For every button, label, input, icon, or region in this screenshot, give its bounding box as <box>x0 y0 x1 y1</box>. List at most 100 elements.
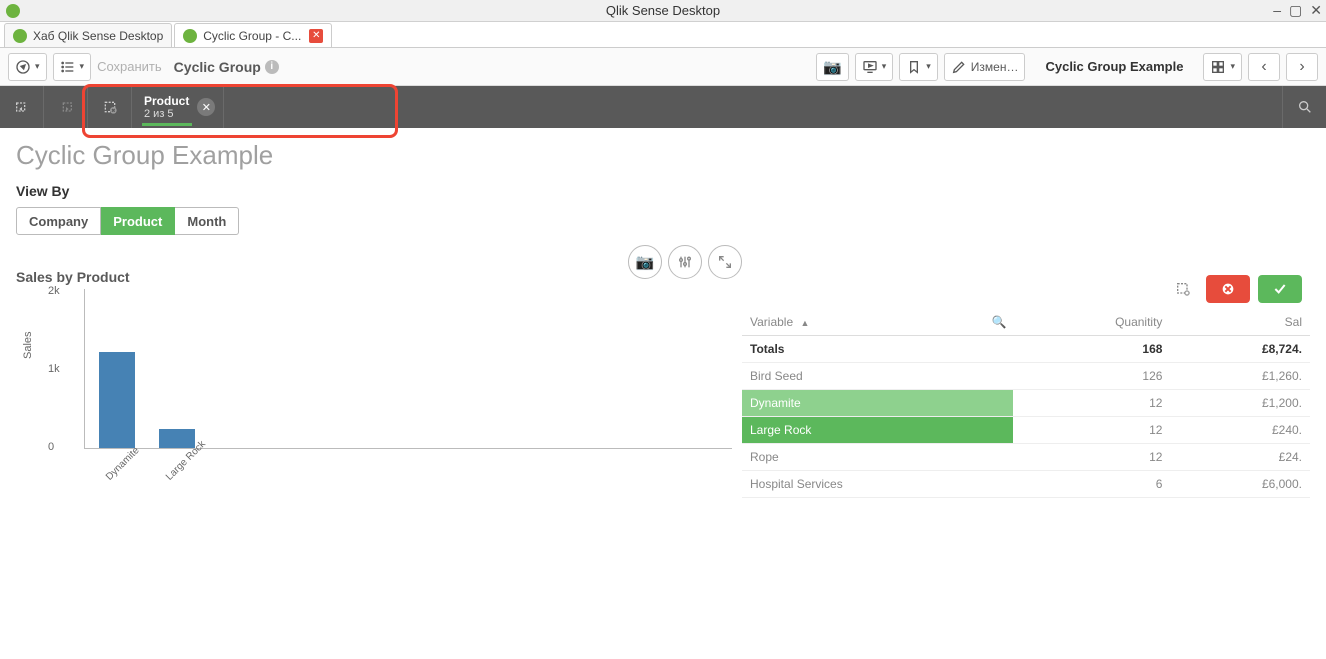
cell-name: Large Rock <box>742 417 1013 444</box>
table-row[interactable]: Hospital Services6£6,000. <box>742 471 1310 498</box>
cell-qty: 12 <box>1013 417 1171 444</box>
cancel-selection-button[interactable] <box>1206 275 1250 303</box>
lasso-select-button[interactable] <box>1168 275 1198 303</box>
selection-forward-button[interactable] <box>44 86 88 128</box>
check-icon <box>1272 281 1288 297</box>
chart-area: Sales 2k 1k 0 Dynamite Large Rock <box>40 289 742 509</box>
next-sheet-button[interactable]: › <box>1286 53 1318 81</box>
sheet-canvas: Cyclic Group Example View By Company Pro… <box>0 128 1326 509</box>
bookmark-icon <box>906 59 922 75</box>
chevron-down-icon: ▾ <box>926 61 931 72</box>
chart-explore-button[interactable] <box>668 245 702 279</box>
chevron-down-icon: ▾ <box>35 61 40 72</box>
confirm-selection-button[interactable] <box>1258 275 1302 303</box>
col-label: Sal <box>1285 315 1302 329</box>
save-button[interactable]: Сохранить <box>97 59 162 74</box>
table-selection-toolbar <box>742 269 1310 309</box>
sheet-title: Cyclic Group Example <box>1031 59 1197 74</box>
nav-menu-button[interactable]: ▾ <box>8 53 47 81</box>
info-icon[interactable]: i <box>265 60 279 74</box>
table-row[interactable]: Large Rock12£240. <box>742 417 1310 444</box>
table-row[interactable]: Dynamite12£1,200. <box>742 390 1310 417</box>
qlik-logo-icon <box>6 4 20 18</box>
chart-plot <box>84 289 732 449</box>
cell-qty: 126 <box>1013 363 1171 390</box>
main-toolbar: ▾ ▾ Сохранить Cyclic Group i 📷 ▾ ▾ Измен… <box>0 48 1326 86</box>
table-totals-row: Totals 168 £8,724. <box>742 336 1310 363</box>
bar-dynamite[interactable] <box>99 352 135 448</box>
viewby-month-button[interactable]: Month <box>175 207 239 235</box>
table-panel[interactable]: Variable ▲ 🔍 Quanitity Sal Totals 168 £8… <box>742 269 1310 509</box>
tab-close-icon[interactable]: ✕ <box>309 29 323 43</box>
cell-sal: £1,260. <box>1170 363 1310 390</box>
list-menu-button[interactable]: ▾ <box>53 53 92 81</box>
tab-label: Хаб Qlik Sense Desktop <box>33 29 163 43</box>
cell-sal: £1,200. <box>1170 390 1310 417</box>
chevron-down-icon: ▾ <box>882 61 887 72</box>
viewby-product-button[interactable]: Product <box>101 207 175 235</box>
sheets-button[interactable]: ▾ <box>1203 53 1242 81</box>
cell-sal: £6,000. <box>1170 471 1310 498</box>
selection-search-button[interactable] <box>1282 86 1326 128</box>
tab-hub[interactable]: Хаб Qlik Sense Desktop <box>4 23 172 47</box>
selection-back-button[interactable] <box>0 86 44 128</box>
breadcrumb-label: Cyclic Group <box>174 59 261 75</box>
chevron-down-icon: ▾ <box>80 61 85 72</box>
edit-label: Измен… <box>971 60 1019 74</box>
table-row[interactable]: Bird Seed126£1,260. <box>742 363 1310 390</box>
maximize-button[interactable]: ▢ <box>1289 2 1302 19</box>
selection-indicator <box>142 123 192 126</box>
viewby-label: View By <box>16 183 1310 199</box>
chart-snapshot-button[interactable]: 📷 <box>628 245 662 279</box>
minimize-button[interactable]: – <box>1273 2 1281 19</box>
window-title: Qlik Sense Desktop <box>0 3 1326 18</box>
bookmarks-button[interactable]: ▾ <box>899 53 938 81</box>
cell-sal: £240. <box>1170 417 1310 444</box>
viewby-segmented: Company Product Month <box>16 207 1310 235</box>
selection-back-icon <box>14 99 30 115</box>
cell-qty: 12 <box>1013 390 1171 417</box>
cell-name: Dynamite <box>742 390 1013 417</box>
col-quantity[interactable]: Quanitity <box>1013 309 1171 336</box>
table-row[interactable]: Rope12£24. <box>742 444 1310 471</box>
cell-name: Rope <box>742 444 1013 471</box>
camera-icon: 📷 <box>823 58 842 76</box>
ytick: 2k <box>48 285 60 297</box>
sort-asc-icon: ▲ <box>800 318 809 328</box>
monitor-play-icon <box>862 59 878 75</box>
close-button[interactable]: ✕ <box>1310 2 1322 19</box>
clear-selections-button[interactable] <box>88 86 132 128</box>
table-header-row: Variable ▲ 🔍 Quanitity Sal <box>742 309 1310 336</box>
search-icon[interactable]: 🔍 <box>992 315 1007 329</box>
chevron-left-icon: ‹ <box>1261 58 1266 76</box>
col-sales[interactable]: Sal <box>1170 309 1310 336</box>
chart-ylabel: Sales <box>22 331 34 359</box>
tab-label: Cyclic Group - C... <box>203 29 301 43</box>
totals-label: Totals <box>742 336 1013 363</box>
qlik-favicon-icon <box>13 29 27 43</box>
ytick: 1k <box>48 363 60 375</box>
breadcrumb: Cyclic Group i <box>174 59 279 75</box>
bar-large-rock[interactable] <box>159 429 195 448</box>
sheets-icon <box>1210 59 1226 75</box>
selection-clear-icon[interactable]: ✕ <box>197 98 215 116</box>
col-variable[interactable]: Variable ▲ 🔍 <box>742 309 1013 336</box>
pencil-icon <box>951 59 967 75</box>
tab-app[interactable]: Cyclic Group - C... ✕ <box>174 23 332 47</box>
chevron-down-icon: ▾ <box>1230 61 1235 72</box>
snapshot-button[interactable]: 📷 <box>816 53 849 81</box>
viewby-company-button[interactable]: Company <box>16 207 101 235</box>
present-button[interactable]: ▾ <box>855 53 894 81</box>
xlabel: Dynamite <box>104 445 142 483</box>
titlebar: Qlik Sense Desktop – ▢ ✕ <box>0 0 1326 22</box>
prev-sheet-button[interactable]: ‹ <box>1248 53 1280 81</box>
col-label: Variable <box>750 315 793 329</box>
col-label: Quanitity <box>1115 315 1162 329</box>
chart-panel[interactable]: 📷 Sales by Product Sales 2k 1k 0 Dynamit… <box>16 269 742 509</box>
selection-chip-product[interactable]: Product 2 из 5 ✕ <box>132 86 224 128</box>
list-icon <box>60 59 76 75</box>
chart-fullscreen-button[interactable] <box>708 245 742 279</box>
ytick: 0 <box>48 441 54 453</box>
edit-button[interactable]: Измен… <box>944 53 1026 81</box>
cell-name: Hospital Services <box>742 471 1013 498</box>
